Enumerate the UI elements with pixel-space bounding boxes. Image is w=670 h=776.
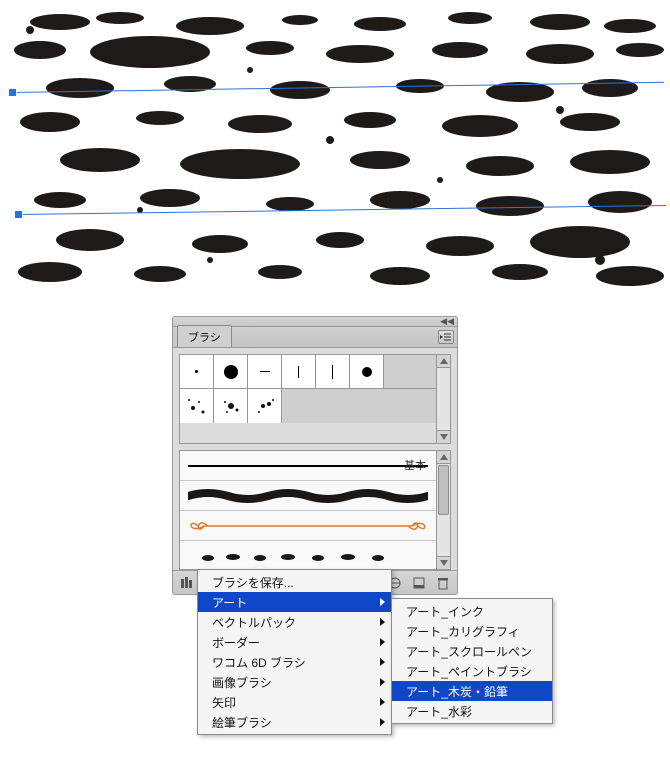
submenu-item[interactable]: アート_インク [392,601,552,621]
stroke-row-basic[interactable]: 基本 [180,451,450,481]
panel-tab-row: ブラシ [172,326,458,348]
brush-thumb[interactable] [180,355,214,389]
submenu-item[interactable]: アート_スクロールペン [392,641,552,661]
menu-item[interactable]: ブラシを保存... [198,572,391,592]
brushes-panel: ◀◀ ブラシ [172,316,458,595]
anchor-point[interactable] [15,211,22,218]
basic-stroke-label: 基本 [404,457,426,473]
brush-thumb[interactable] [248,355,282,389]
collapse-icon: ◀◀ [440,317,454,326]
strokes-scrollbar[interactable] [436,451,450,569]
stroke-row-calligraphic[interactable] [180,511,450,541]
delete-brush-icon[interactable] [435,575,451,591]
menu-item[interactable]: アート [198,592,391,612]
anchor-point[interactable] [9,89,16,96]
brush-library-menu: ブラシを保存...アートベクトルパックボーダーワコム 6D ブラシ画像ブラシ矢印… [197,569,392,735]
menu-item[interactable]: 矢印 [198,692,391,712]
brush-thumb[interactable] [282,355,316,389]
path-segment-2[interactable] [18,205,666,215]
brush-thumb[interactable] [214,389,248,423]
menu-item[interactable]: 画像ブラシ [198,672,391,692]
brush-libraries-icon[interactable] [179,575,195,591]
path-segment-1[interactable] [12,82,664,93]
brush-thumb[interactable] [350,355,384,389]
brush-thumb[interactable] [180,389,214,423]
menu-item[interactable]: ワコム 6D ブラシ [198,652,391,672]
stroke-row-charcoal[interactable] [180,481,450,511]
artboard-canvas[interactable] [0,0,670,290]
brush-thumb[interactable] [248,389,282,423]
thumbnails-scrollbar[interactable] [436,355,450,443]
brush-stroke-artwork [0,0,670,290]
brush-thumbnails [179,354,451,444]
stroke-row-dots[interactable] [180,541,450,570]
brush-thumb[interactable] [316,355,350,389]
brush-strokes-list: 基本 [179,450,451,570]
submenu-item[interactable]: アート_ペイントブラシ [392,661,552,681]
menu-item[interactable]: 絵筆ブラシ [198,712,391,732]
menu-item[interactable]: ベクトルパック [198,612,391,632]
new-brush-icon[interactable] [411,575,427,591]
brush-thumb[interactable] [214,355,248,389]
panel-flyout-button[interactable] [438,330,454,344]
submenu-item[interactable]: アート_水彩 [392,701,552,721]
submenu-item[interactable]: アート_カリグラフィ [392,621,552,641]
brush-library-submenu: アート_インクアート_カリグラフィアート_スクロールペンアート_ペイントブラシア… [391,598,553,724]
tab-brushes[interactable]: ブラシ [177,325,232,347]
menu-item[interactable]: ボーダー [198,632,391,652]
submenu-item[interactable]: アート_木炭・鉛筆 [392,681,552,701]
